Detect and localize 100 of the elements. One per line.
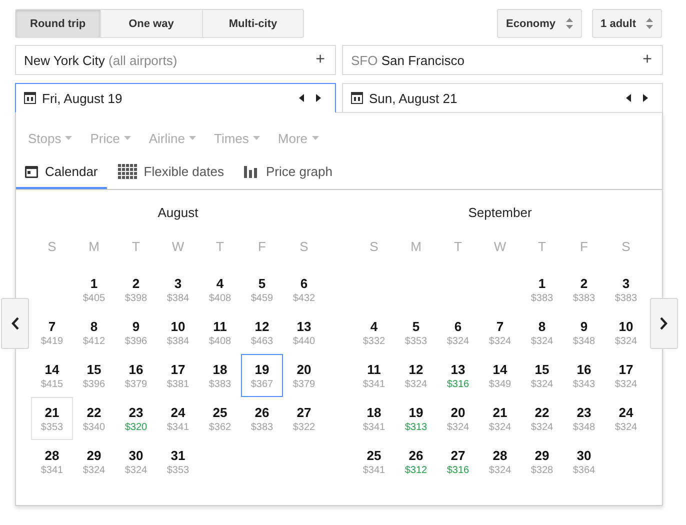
- next-month-button[interactable]: [650, 298, 678, 349]
- calendar-day[interactable]: 5 $459: [241, 268, 283, 311]
- calendar-day[interactable]: 18 $341: [353, 397, 395, 440]
- calendar-day[interactable]: 8 $324: [521, 311, 563, 354]
- calendar-day[interactable]: 24 $341: [157, 397, 199, 440]
- calendar-day[interactable]: 25 $341: [353, 440, 395, 483]
- calendar-day[interactable]: 6 $324: [437, 311, 479, 354]
- view-tab[interactable]: Price graph: [234, 155, 342, 189]
- calendar-day[interactable]: 18 $383: [199, 354, 241, 397]
- weekday-label: S: [46, 239, 58, 254]
- up-down-arrows-icon: [646, 18, 653, 29]
- date-text: Sun, August 21: [369, 90, 458, 106]
- calendar-day[interactable]: 7 $324: [479, 311, 521, 354]
- calendar-day[interactable]: 30 $324: [115, 440, 157, 483]
- calendar-day[interactable]: 28 $341: [31, 440, 73, 483]
- passengers-select[interactable]: 1 adult: [592, 9, 662, 38]
- origin-text: New York City (all airports): [24, 52, 178, 68]
- weekday-label: T: [215, 239, 225, 254]
- date-field[interactable]: Sun, August 21: [342, 83, 663, 113]
- calendar-day[interactable]: 21 $324: [479, 397, 521, 440]
- calendar-day[interactable]: 14 $415: [31, 354, 73, 397]
- calendar-day[interactable]: 15 $396: [73, 354, 115, 397]
- calendar-day[interactable]: 15 $324: [521, 354, 563, 397]
- weekday-label: F: [579, 239, 589, 254]
- month-title: August: [156, 205, 200, 222]
- calendar-day[interactable]: 22 $340: [73, 397, 115, 440]
- calendar-day[interactable]: 7 $419: [31, 311, 73, 354]
- calendar-day[interactable]: 14 $349: [479, 354, 521, 397]
- weekday-label: W: [170, 239, 186, 254]
- calendar-day[interactable]: 29 $324: [73, 440, 115, 483]
- calendar-day[interactable]: 27 $322: [283, 397, 325, 440]
- calendar-day[interactable]: 12 $324: [395, 354, 437, 397]
- weekday-label: T: [453, 239, 463, 254]
- trip-type-tab[interactable]: Multi-city: [202, 9, 304, 38]
- calendar-day[interactable]: 26 $312: [395, 440, 437, 483]
- weekday-label: W: [492, 239, 508, 254]
- weekday-label: T: [131, 239, 141, 254]
- calendar-day[interactable]: 23 $348: [563, 397, 605, 440]
- chevron-left-icon: [11, 317, 19, 330]
- month-title: September: [467, 205, 533, 222]
- calendar-day[interactable]: 13 $440: [283, 311, 325, 354]
- calendar-day[interactable]: 1 $383: [521, 268, 563, 311]
- weekday-label: S: [368, 239, 380, 254]
- calendar-day[interactable]: 1 $405: [73, 268, 115, 311]
- calendar-day[interactable]: 12 $463: [241, 311, 283, 354]
- cabin-select[interactable]: Economy: [497, 9, 582, 38]
- calendar-day[interactable]: 21 $353: [31, 397, 73, 440]
- trip-type-tab[interactable]: Round trip: [15, 9, 101, 38]
- calendar-day[interactable]: 2 $398: [115, 268, 157, 311]
- calendar-day[interactable]: 25 $362: [199, 397, 241, 440]
- add-destination-button[interactable]: +: [640, 51, 654, 69]
- date-field[interactable]: Fri, August 19: [15, 83, 336, 113]
- destination-field[interactable]: SFO San Francisco +: [342, 45, 663, 75]
- previous-month-button[interactable]: [1, 298, 29, 349]
- calendar-day[interactable]: 4 $408: [199, 268, 241, 311]
- trip-type-tab[interactable]: One way: [100, 9, 203, 38]
- calendar-day[interactable]: 19 $367: [241, 354, 283, 397]
- calendar-day[interactable]: 20 $324: [437, 397, 479, 440]
- view-tab[interactable]: Calendar: [16, 155, 107, 189]
- calendar-day[interactable]: 8 $412: [73, 311, 115, 354]
- calendar-day[interactable]: 5 $353: [395, 311, 437, 354]
- weekday-label: M: [88, 239, 100, 254]
- right-triangle-icon: [316, 94, 321, 102]
- add-origin-button[interactable]: +: [314, 51, 327, 69]
- calendar-day[interactable]: 16 $343: [563, 354, 605, 397]
- calendar-day[interactable]: 4 $332: [353, 311, 395, 354]
- bar-chart-icon: [244, 164, 259, 178]
- calendar-day[interactable]: 17 $324: [605, 354, 647, 397]
- calendar-icon: [24, 92, 36, 104]
- calendar-day[interactable]: 22 $324: [521, 397, 563, 440]
- calendar-day[interactable]: 3 $384: [157, 268, 199, 311]
- caret-icon: [124, 136, 131, 140]
- calendar-day[interactable]: 20 $379: [283, 354, 325, 397]
- weekday-label: T: [537, 239, 547, 254]
- calendar-day[interactable]: 26 $383: [241, 397, 283, 440]
- calendar-day[interactable]: 13 $316: [437, 354, 479, 397]
- calendar-day[interactable]: 16 $379: [115, 354, 157, 397]
- calendar-day[interactable]: 24 $324: [605, 397, 647, 440]
- origin-field[interactable]: New York City (all airports) +: [15, 45, 336, 75]
- calendar-day[interactable]: 28 $324: [479, 440, 521, 483]
- calendar-day[interactable]: 11 $341: [353, 354, 395, 397]
- calendar-day[interactable]: 9 $396: [115, 311, 157, 354]
- view-tab[interactable]: Flexible dates: [108, 155, 233, 189]
- calendar-day[interactable]: 10 $384: [157, 311, 199, 354]
- calendar-day[interactable]: 2 $383: [563, 268, 605, 311]
- calendar-day[interactable]: 27 $316: [437, 440, 479, 483]
- calendar-day[interactable]: 29 $328: [521, 440, 563, 483]
- calendar-day[interactable]: 9 $348: [563, 311, 605, 354]
- calendar-day[interactable]: 30 $364: [563, 440, 605, 483]
- chevron-right-icon: [660, 317, 668, 330]
- calendar-day[interactable]: 23 $320: [115, 397, 157, 440]
- calendar-day[interactable]: 17 $381: [157, 354, 199, 397]
- calendar-day[interactable]: 3 $383: [605, 268, 647, 311]
- calendar-day[interactable]: 31 $353: [157, 440, 199, 483]
- calendar-day[interactable]: 11 $408: [199, 311, 241, 354]
- calendar-day[interactable]: 19 $313: [395, 397, 437, 440]
- caret-icon: [65, 136, 72, 140]
- calendar-day[interactable]: 6 $432: [283, 268, 325, 311]
- calendar-day[interactable]: 10 $324: [605, 311, 647, 354]
- date-text: Fri, August 19: [42, 90, 124, 106]
